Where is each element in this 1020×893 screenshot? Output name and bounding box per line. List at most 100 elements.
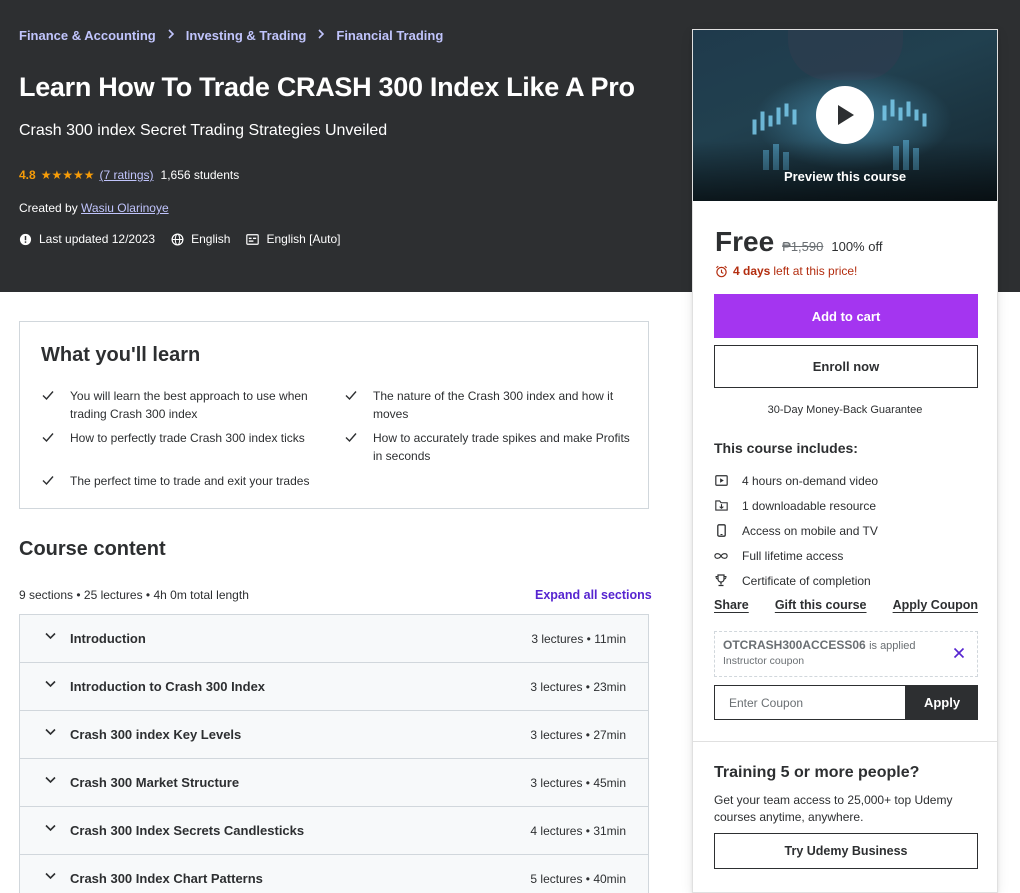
trophy-icon	[714, 574, 728, 587]
rating-row: 4.8 ★★★★★ (7 ratings) 1,656 students	[19, 168, 239, 182]
sidebar-actions: Share Gift this course Apply Coupon	[714, 598, 978, 612]
applied-coupon: OTCRASH300ACCESS06 is applied Instructor…	[714, 631, 978, 677]
course-preview-video[interactable]: Preview this course	[693, 30, 997, 201]
breadcrumb-item-financial-trading[interactable]: Financial Trading	[336, 28, 443, 43]
section-row[interactable]: Crash 300 Index Chart Patterns 5 lecture…	[20, 855, 648, 893]
section-row[interactable]: Introduction 3 lectures • 11min	[20, 615, 648, 663]
list-item: Full lifetime access	[714, 543, 878, 568]
check-icon	[42, 476, 54, 486]
chevron-down-icon	[45, 680, 56, 688]
team-title: Training 5 or more people?	[714, 764, 920, 781]
created-by-label: Created by	[19, 201, 78, 215]
rating-value: 4.8	[19, 168, 36, 182]
discount-percent: 100% off	[831, 239, 883, 254]
section-title: Introduction	[70, 631, 146, 646]
chevron-right-icon	[317, 29, 325, 42]
course-content-meta: 9 sections • 25 lectures • 4h 0m total l…	[19, 588, 249, 602]
coupon-applied-text: is applied	[869, 640, 916, 652]
learn-item: The nature of the Crash 300 index and ho…	[344, 387, 634, 423]
price-row: Free ₱1,590 100% off	[715, 226, 882, 258]
course-meta: Last updated 12/2023 English English [Au…	[19, 232, 357, 246]
learn-item: You will learn the best approach to use …	[41, 387, 321, 423]
video-icon	[714, 475, 728, 486]
enroll-now-button[interactable]: Enroll now	[714, 345, 978, 388]
mobile-icon	[714, 524, 728, 537]
list-item: 1 downloadable resource	[714, 493, 878, 518]
list-item: Certificate of completion	[714, 568, 878, 593]
infinity-icon	[714, 552, 728, 560]
remove-coupon-button[interactable]	[953, 646, 965, 663]
includes-list: 4 hours on-demand video 1 downloadable r…	[714, 468, 878, 593]
coupon-code-line: OTCRASH300ACCESS06 is applied	[723, 638, 969, 652]
coupon-code: OTCRASH300ACCESS06	[723, 638, 866, 652]
language: English	[171, 232, 230, 246]
download-icon	[714, 500, 728, 511]
days-left: 4 days	[733, 264, 771, 278]
instructor-link[interactable]: Wasiu Olarinoye	[81, 201, 169, 215]
chevron-down-icon	[45, 824, 56, 832]
try-udemy-business-button[interactable]: Try Udemy Business	[714, 833, 978, 869]
chevron-down-icon	[45, 872, 56, 880]
breadcrumb-item-investing[interactable]: Investing & Trading	[186, 28, 307, 43]
learn-item: How to accurately trade spikes and make …	[344, 429, 634, 465]
course-subtitle: Crash 300 index Secret Trading Strategie…	[19, 122, 388, 139]
section-meta: 3 lectures • 11min	[531, 631, 626, 646]
apply-coupon-link[interactable]: Apply Coupon	[893, 598, 978, 612]
chevron-down-icon	[45, 728, 56, 736]
learn-item: How to perfectly trade Crash 300 index t…	[41, 429, 321, 447]
list-item: Access on mobile and TV	[714, 518, 878, 543]
section-meta: 3 lectures • 45min	[530, 775, 626, 790]
list-item: 4 hours on-demand video	[714, 468, 878, 493]
original-price: ₱1,590	[782, 239, 824, 254]
section-row[interactable]: Crash 300 Market Structure 3 lectures • …	[20, 759, 648, 807]
coupon-input[interactable]	[714, 685, 906, 720]
section-meta: 3 lectures • 27min	[530, 727, 626, 742]
check-icon	[42, 433, 54, 443]
share-button[interactable]: Share	[714, 598, 749, 612]
chevron-down-icon	[45, 632, 56, 640]
chevron-down-icon	[45, 776, 56, 784]
current-price: Free	[715, 226, 775, 257]
breadcrumb: Finance & Accounting Investing & Trading…	[19, 28, 443, 43]
expand-all-sections-button[interactable]: Expand all sections	[535, 588, 652, 602]
close-icon	[953, 647, 965, 659]
captions: English [Auto]	[246, 232, 341, 246]
last-updated: Last updated 12/2023	[19, 232, 155, 246]
section-meta: 5 lectures • 40min	[530, 871, 626, 886]
sections-accordion: Introduction 3 lectures • 11min Introduc…	[19, 614, 649, 893]
course-title: Learn How To Trade CRASH 300 Index Like …	[19, 72, 635, 102]
section-row[interactable]: Crash 300 index Key Levels 3 lectures • …	[20, 711, 648, 759]
created-by: Created by Wasiu Olarinoye	[19, 201, 169, 215]
add-to-cart-button[interactable]: Add to cart	[714, 294, 978, 338]
money-back-guarantee: 30-Day Money-Back Guarantee	[767, 404, 923, 416]
course-content-title: Course content	[19, 538, 166, 560]
ratings-count-link[interactable]: (7 ratings)	[99, 168, 153, 182]
students-count: 1,656 students	[160, 168, 240, 182]
breadcrumb-item-finance[interactable]: Finance & Accounting	[19, 28, 156, 43]
team-description: Get your team access to 25,000+ top Udem…	[714, 793, 953, 824]
learn-title: What you'll learn	[41, 344, 201, 366]
includes-title: This course includes:	[714, 440, 858, 456]
play-button[interactable]	[816, 86, 874, 144]
section-title: Crash 300 Index Secrets Candlesticks	[70, 823, 305, 838]
chevron-right-icon	[167, 29, 175, 42]
section-title: Crash 300 Index Chart Patterns	[70, 871, 263, 886]
section-title: Crash 300 index Key Levels	[70, 727, 242, 742]
section-meta: 4 lectures • 31min	[530, 823, 626, 838]
section-row[interactable]: Crash 300 Index Secrets Candlesticks 4 l…	[20, 807, 648, 855]
check-icon	[42, 391, 54, 401]
timer-text: left at this price!	[773, 264, 858, 278]
section-title: Introduction to Crash 300 Index	[70, 679, 266, 694]
globe-icon	[171, 233, 184, 245]
preview-label: Preview this course	[783, 169, 907, 184]
purchase-sidebar: Preview this course Free ₱1,590 100% off…	[692, 29, 998, 893]
star-rating-icon: ★★★★★	[40, 168, 95, 182]
section-title: Crash 300 Market Structure	[70, 775, 240, 790]
divider	[693, 741, 997, 742]
apply-coupon-button[interactable]: Apply	[906, 685, 978, 720]
check-icon	[345, 433, 357, 443]
section-row[interactable]: Introduction to Crash 300 Index 3 lectur…	[20, 663, 648, 711]
gift-course-button[interactable]: Gift this course	[775, 598, 867, 612]
check-icon	[345, 391, 357, 401]
learn-item: The perfect time to trade and exit your …	[41, 472, 331, 490]
